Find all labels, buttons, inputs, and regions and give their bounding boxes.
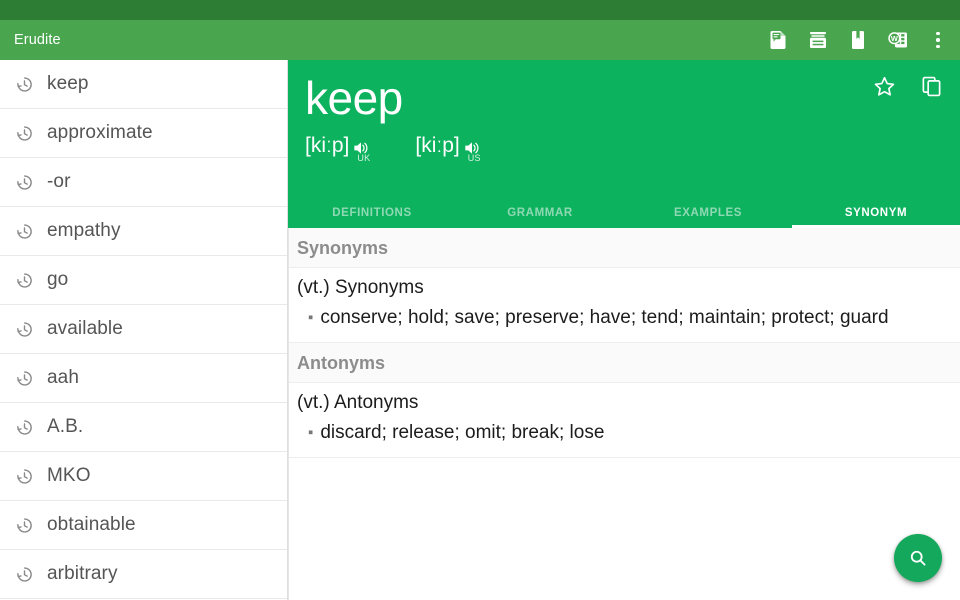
page-title: keep [305,70,960,126]
sidebar-item-label: go [47,269,68,291]
sense-title: (vt.) Synonyms [297,274,960,302]
word-header: keep [kiːp] UK [288,60,960,200]
pronunciation-region-label: UK [357,154,370,163]
app-title: Erudite [14,32,766,48]
sidebar-item-go[interactable]: go [0,256,287,305]
history-icon [14,172,35,193]
entry-panel: keep [kiːp] UK [288,60,960,600]
history-icon [14,368,35,389]
sidebar-item-available[interactable]: available [0,305,287,354]
sidebar-item-aah[interactable]: aah [0,354,287,403]
body: keep approximate [0,60,960,600]
bookmark-book-icon[interactable] [846,28,870,52]
app-bar-actions: W [766,28,948,52]
history-icon [14,221,35,242]
status-bar [0,0,960,20]
bullet-icon: ▪ [308,419,313,447]
tab-synonym[interactable]: SYNONYM [792,200,960,228]
search-fab[interactable] [894,534,942,582]
sense-label: Antonyms [334,392,418,413]
search-icon [907,547,929,569]
history-icon [14,123,35,144]
sense-block-antonyms: (vt.) Antonyms ▪ discard; release; omit;… [289,383,960,458]
overflow-menu-icon[interactable] [928,28,948,52]
sidebar-item-mko[interactable]: MKO [0,452,287,501]
antonym-list-row: ▪ discard; release; omit; break; lose [297,417,960,447]
speaker-icon-uk[interactable]: UK [351,138,371,158]
history-icon [14,466,35,487]
pronunciation-region-label: US [468,154,481,163]
sidebar-item-empathy[interactable]: empathy [0,207,287,256]
pronunciation-ipa: [kiːp] [305,134,349,158]
pronunciation-uk[interactable]: [kiːp] UK [305,134,371,158]
pronunciation-us[interactable]: [kiːp] US [415,134,481,158]
sidebar-item-label: available [47,318,123,340]
history-icon [14,515,35,536]
sidebar-item-label: obtainable [47,514,136,536]
part-of-speech: (vt.) [297,277,330,298]
entry-actions [872,74,944,99]
sense-block-synonyms: (vt.) Synonyms ▪ conserve; hold; save; p… [289,268,960,343]
history-icon [14,319,35,340]
sidebar-item-label: empathy [47,220,121,242]
history-sidebar[interactable]: keep approximate [0,60,288,600]
sidebar-item-keep[interactable]: keep [0,60,287,109]
bullet-icon: ▪ [308,304,313,332]
sidebar-item-obtainable[interactable]: obtainable [0,501,287,550]
sense-label: Synonyms [335,277,424,298]
sense-title: (vt.) Antonyms [297,389,960,417]
app-root: Erudite [0,0,960,600]
speaker-icon-us[interactable]: US [462,138,482,158]
antonym-list: discard; release; omit; break; lose [320,419,604,447]
synonym-list-row: ▪ conserve; hold; save; preserve; have; … [297,302,960,332]
tab-definitions[interactable]: DEFINITIONS [288,200,456,228]
section-heading-antonyms: Antonyms [289,343,960,383]
note-card-icon[interactable] [766,28,790,52]
sidebar-item-approximate[interactable]: approximate [0,109,287,158]
word-of-the-day-icon[interactable]: W [886,28,910,52]
tab-grammar[interactable]: GRAMMAR [456,200,624,228]
sidebar-item-label: -or [47,171,71,193]
history-icon [14,564,35,585]
pronunciation-ipa: [kiːp] [415,134,459,158]
sidebar-item-or[interactable]: -or [0,158,287,207]
history-icon [14,270,35,291]
sidebar-item-label: MKO [47,465,91,487]
sidebar-item-ab[interactable]: A.B. [0,403,287,452]
sidebar-item-arbitrary[interactable]: arbitrary [0,550,287,599]
sidebar-item-label: aah [47,367,79,389]
star-outline-icon[interactable] [872,74,897,99]
sidebar-item-label: A.B. [47,416,83,438]
synonym-list: conserve; hold; save; preserve; have; te… [320,304,888,332]
history-icon [14,74,35,95]
svg-text:W: W [891,34,898,43]
sidebar-item-label: approximate [47,122,153,144]
app-bar: Erudite [0,20,960,60]
card-stack-icon[interactable] [806,28,830,52]
history-icon [14,417,35,438]
part-of-speech: (vt.) [297,392,330,413]
sidebar-item-label: arbitrary [47,563,118,585]
sidebar-item-label: keep [47,73,89,95]
entry-tabs: DEFINITIONS GRAMMAR EXAMPLES SYNONYM [288,200,960,228]
section-heading-synonyms: Synonyms [289,228,960,268]
copy-icon[interactable] [919,74,944,99]
tab-examples[interactable]: EXAMPLES [624,200,792,228]
entry-content: Synonyms (vt.) Synonyms ▪ conserve; hold… [288,228,960,600]
pronunciation-row: [kiːp] UK [305,134,960,158]
